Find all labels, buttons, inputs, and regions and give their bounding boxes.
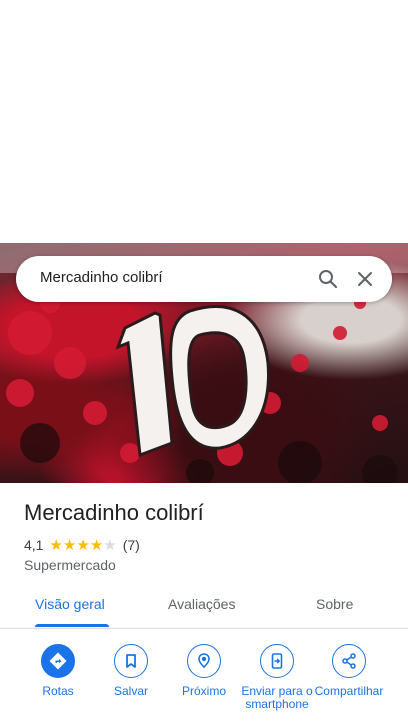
send-to-phone-icon bbox=[260, 644, 294, 678]
star-empty-icon: ★ bbox=[103, 536, 117, 554]
star-icon: ★ bbox=[62, 536, 77, 554]
save-button[interactable]: Salvar bbox=[94, 644, 168, 698]
share-button[interactable]: Compartilhar bbox=[312, 644, 386, 698]
tab-reviews[interactable]: Avaliações bbox=[168, 596, 235, 612]
close-icon[interactable] bbox=[353, 267, 377, 291]
directions-icon bbox=[41, 644, 75, 678]
tab-about[interactable]: Sobre bbox=[316, 596, 353, 612]
place-category: Supermercado bbox=[24, 557, 116, 573]
nearby-button[interactable]: Próximo bbox=[167, 644, 241, 698]
search-icon[interactable] bbox=[316, 267, 340, 291]
review-count: (7) bbox=[122, 537, 140, 553]
active-tab-indicator bbox=[35, 624, 109, 627]
directions-label: Rotas bbox=[42, 684, 74, 698]
bookmark-icon bbox=[114, 644, 148, 678]
nearby-icon bbox=[187, 644, 221, 678]
rating-row[interactable]: 4,1 ★ ★ ★ ★ ★ (7) bbox=[24, 536, 140, 554]
star-icon: ★ bbox=[89, 536, 104, 554]
share-label: Compartilhar bbox=[314, 684, 384, 698]
place-name: Mercadinho colibrí bbox=[24, 500, 204, 525]
rating-value: 4,1 bbox=[24, 537, 44, 553]
share-icon bbox=[332, 644, 366, 678]
nearby-label: Próximo bbox=[181, 684, 226, 698]
directions-button[interactable]: Rotas bbox=[21, 644, 95, 698]
place-tabs: Visão geral Avaliações Sobre bbox=[0, 582, 408, 629]
star-icon: ★ bbox=[76, 536, 90, 554]
star-icon: ★ bbox=[49, 536, 63, 554]
send-to-phone-button[interactable]: Enviar para o smartphone bbox=[240, 644, 314, 711]
send-to-phone-label: Enviar para o smartphone bbox=[241, 684, 313, 711]
search-input[interactable]: Mercadinho colibrí bbox=[40, 269, 163, 286]
save-label: Salvar bbox=[113, 684, 148, 698]
action-buttons: Rotas Salvar Próximo Enviar para o smart… bbox=[0, 640, 408, 726]
search-bar[interactable]: Mercadinho colibrí bbox=[16, 256, 392, 302]
star-rating: ★ ★ ★ ★ ★ bbox=[49, 538, 116, 553]
tab-overview[interactable]: Visão geral bbox=[35, 596, 105, 612]
